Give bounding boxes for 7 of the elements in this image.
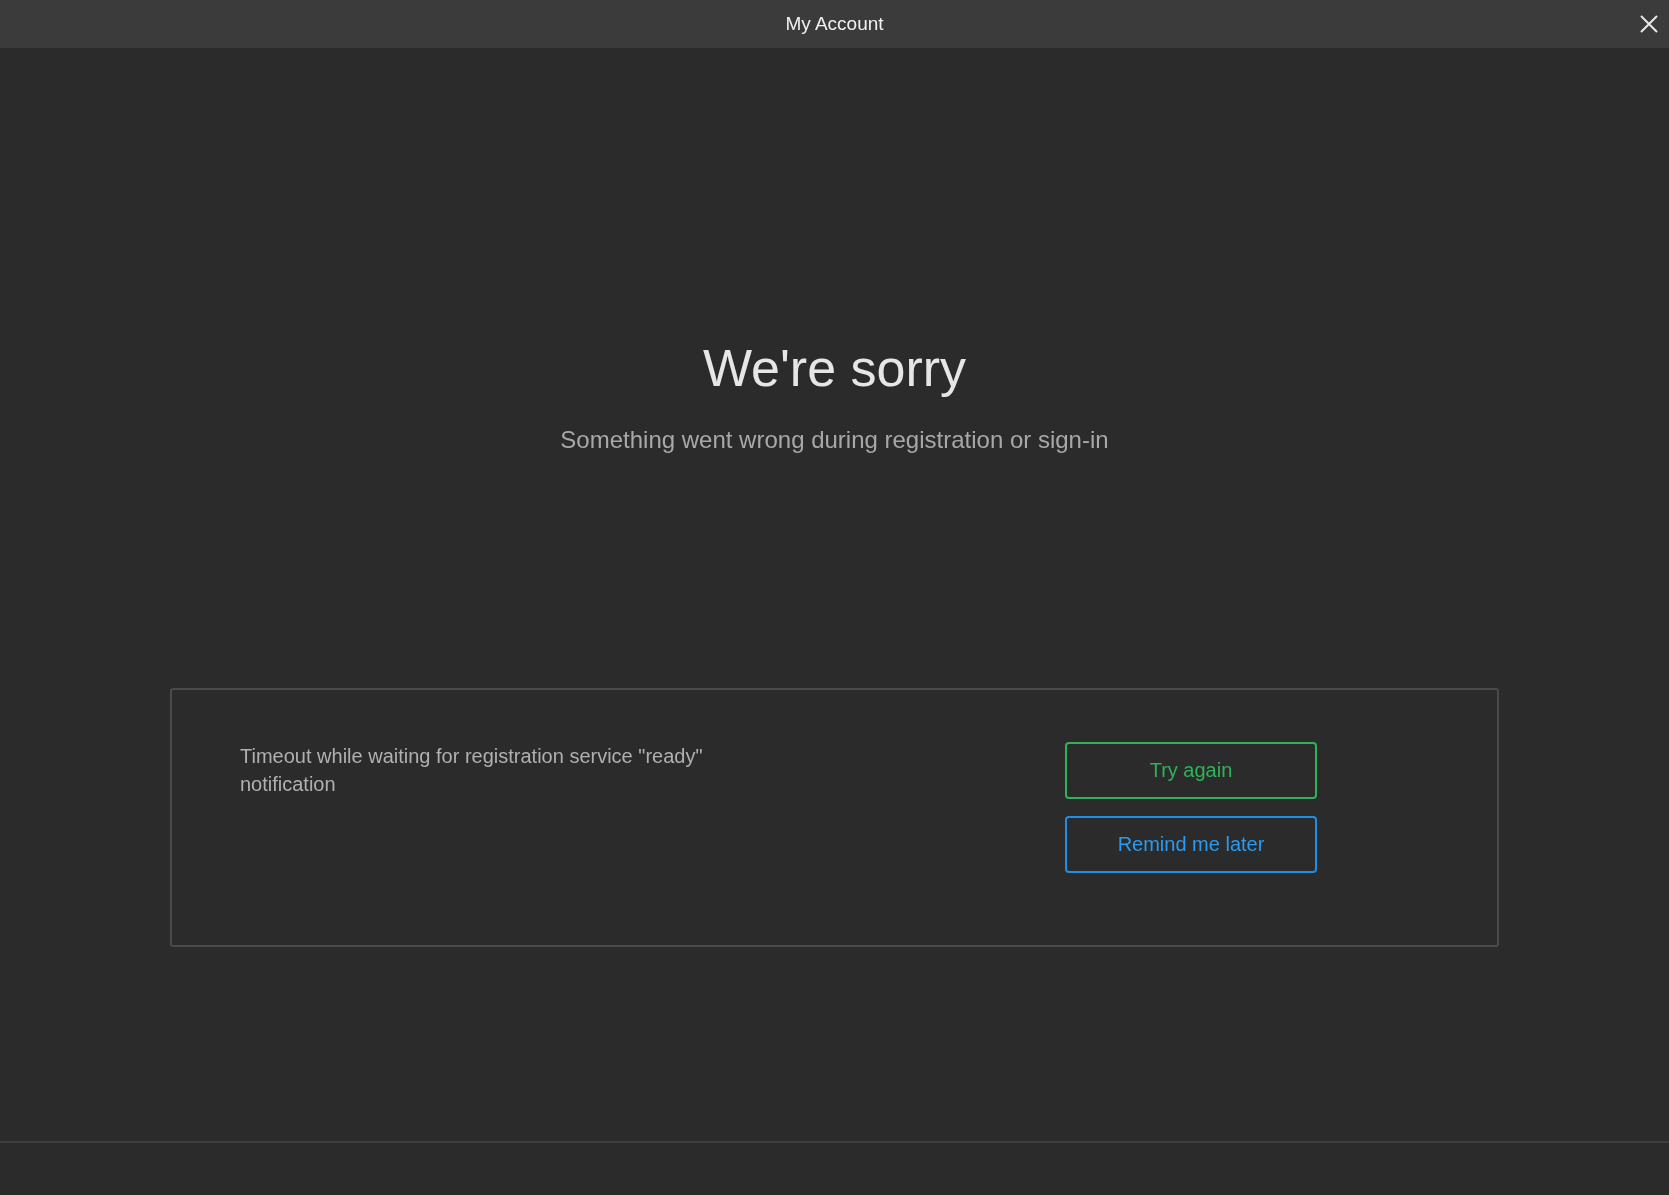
try-again-button[interactable]: Try again xyxy=(1065,742,1317,799)
error-message: Timeout while waiting for registration service "ready" notification xyxy=(240,744,704,797)
heading: We're sorry xyxy=(702,338,967,399)
remind-later-button[interactable]: Remind me later xyxy=(1065,816,1317,873)
close-icon[interactable] xyxy=(1639,14,1659,34)
subtitle: Something went wrong during registration or sign-in xyxy=(560,426,1109,454)
window-title: My Account xyxy=(785,13,884,35)
